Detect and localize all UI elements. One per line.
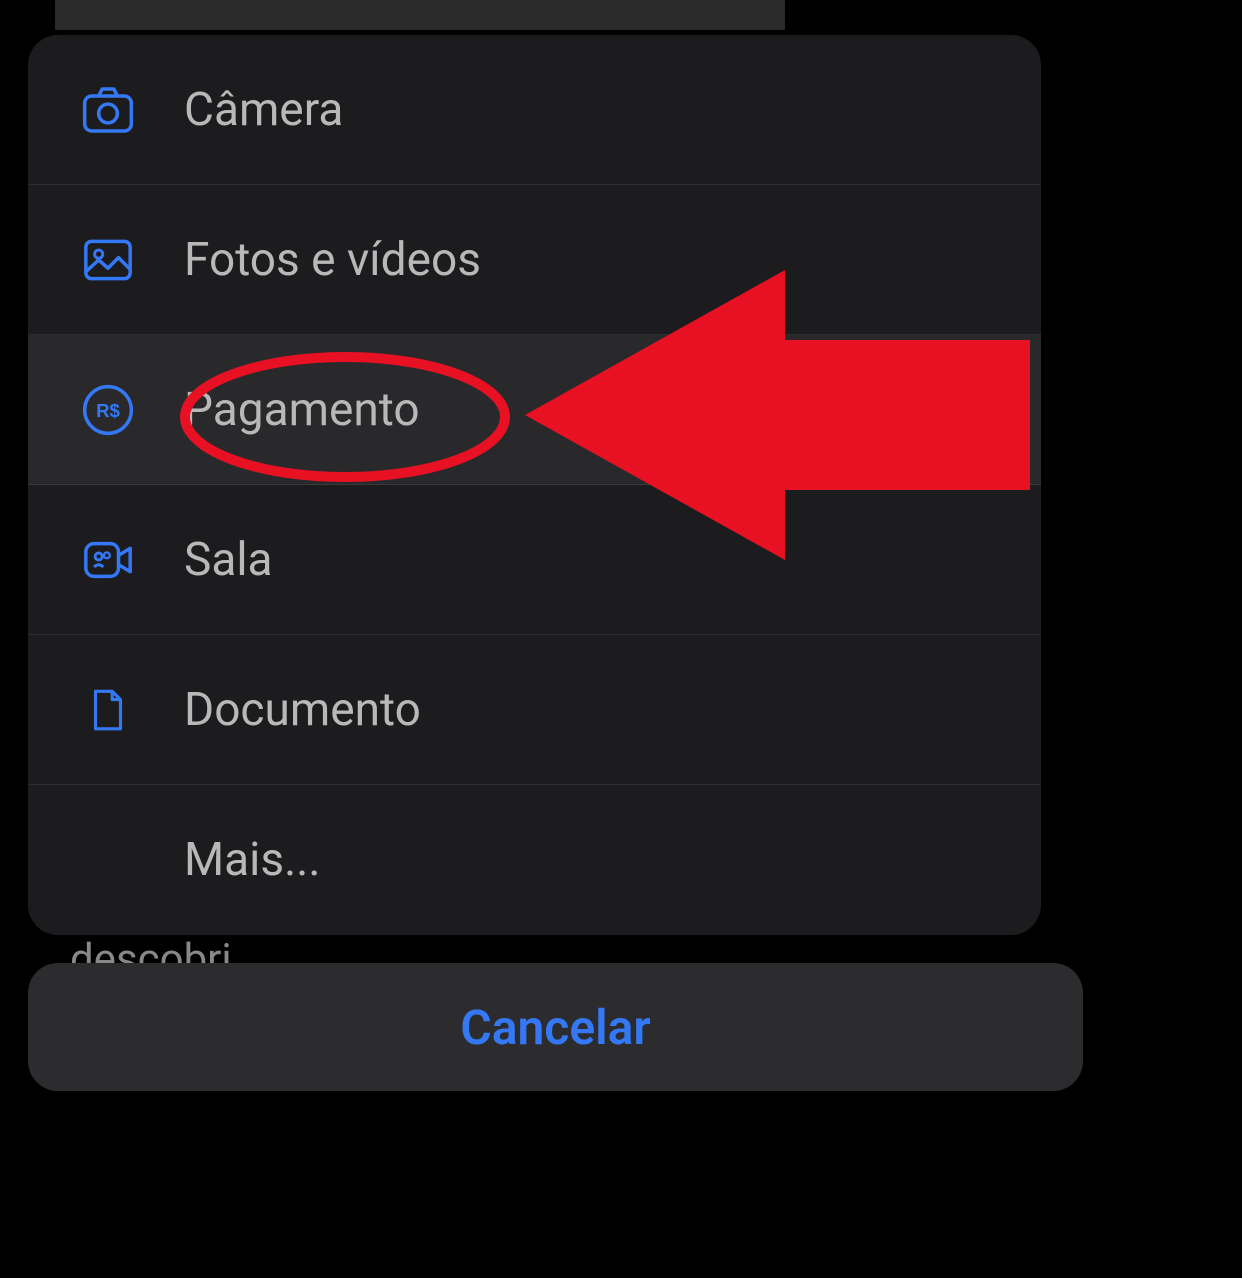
menu-item-payment[interactable]: R$ Pagamento (28, 335, 1041, 485)
background-bar (55, 0, 785, 30)
menu-label-camera: Câmera (184, 83, 343, 137)
menu-item-more[interactable]: Mais... (28, 785, 1041, 935)
cancel-button[interactable]: Cancelar (28, 963, 1083, 1091)
menu-item-photos[interactable]: Fotos e vídeos (28, 185, 1041, 335)
menu-label-payment: Pagamento (184, 383, 420, 437)
document-icon (76, 678, 140, 742)
room-icon (76, 528, 140, 592)
more-spacer (76, 828, 140, 892)
menu-label-document: Documento (184, 683, 421, 737)
menu-item-room[interactable]: Sala (28, 485, 1041, 635)
svg-text:R$: R$ (96, 400, 120, 421)
photo-icon (76, 228, 140, 292)
attachment-menu: Câmera Fotos e vídeos R$ Pagamento (28, 35, 1041, 935)
cancel-label: Cancelar (460, 999, 650, 1056)
menu-item-document[interactable]: Documento (28, 635, 1041, 785)
menu-label-photos: Fotos e vídeos (184, 233, 481, 287)
camera-icon (76, 78, 140, 142)
menu-item-camera[interactable]: Câmera (28, 35, 1041, 185)
menu-label-more: Mais... (184, 833, 321, 887)
menu-label-room: Sala (184, 533, 273, 587)
payment-icon: R$ (76, 378, 140, 442)
